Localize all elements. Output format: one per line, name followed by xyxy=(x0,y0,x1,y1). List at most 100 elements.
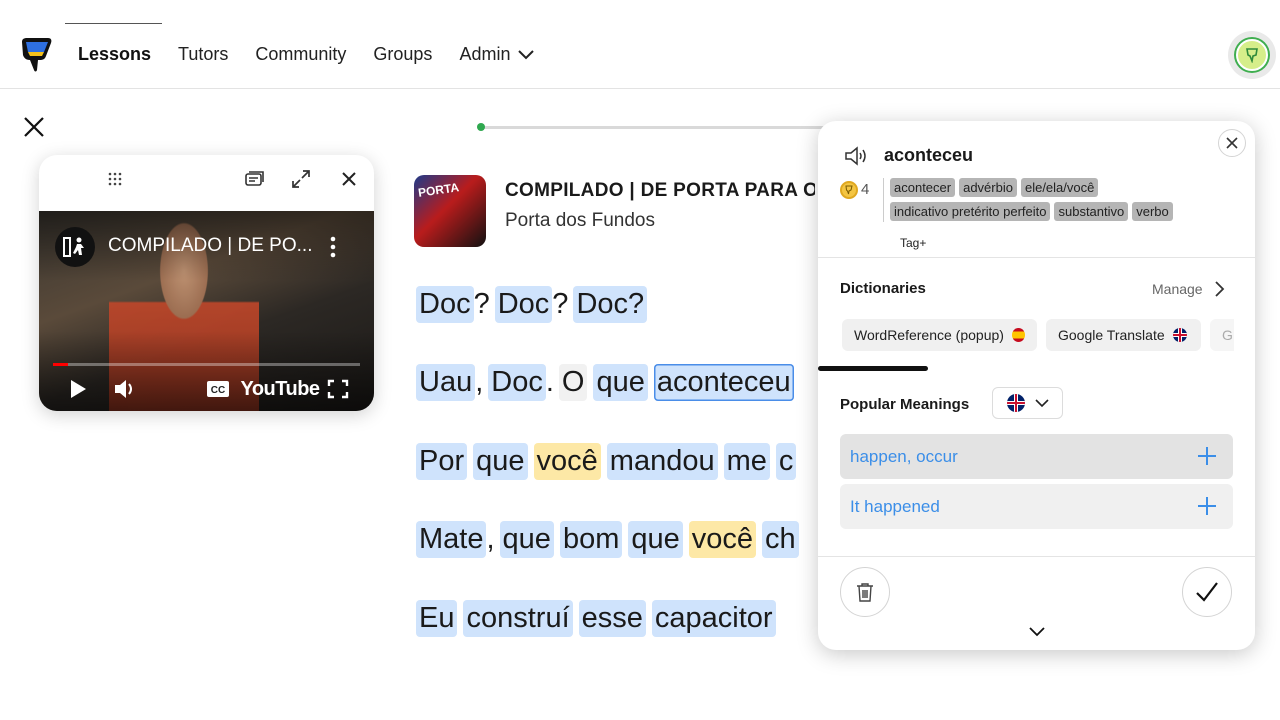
dictionary-wordreference[interactable]: WordReference (popup) xyxy=(842,319,1037,351)
transcript-line: Por que você mandou me c xyxy=(416,441,818,481)
dictionary-more[interactable]: G xyxy=(1210,319,1234,351)
close-lesson-icon[interactable] xyxy=(22,115,46,139)
confirm-button[interactable] xyxy=(1182,567,1232,617)
popular-meanings-heading: Popular Meanings xyxy=(840,396,970,413)
transcript-word[interactable]: Doc? xyxy=(573,285,648,323)
video-frame[interactable]: COMPILADO | DE PO... CC YouTube xyxy=(39,211,374,411)
transcript-word[interactable]: ch xyxy=(762,521,799,558)
chevron-right-icon[interactable] xyxy=(1212,280,1226,298)
tag-chip[interactable]: verbo xyxy=(1132,202,1173,221)
close-video-icon[interactable] xyxy=(337,167,361,191)
play-icon[interactable] xyxy=(67,375,89,403)
status-coin-icon[interactable] xyxy=(840,181,858,199)
lesson-channel: Porta dos Fundos xyxy=(505,210,655,231)
meaning-option[interactable]: It happened xyxy=(840,484,1233,529)
transcript-word[interactable]: Doc xyxy=(488,364,546,401)
word-status-level: 4 xyxy=(861,181,870,198)
dictionary-google-translate[interactable]: Google Translate xyxy=(1046,319,1201,351)
manage-dictionaries-link[interactable]: Manage xyxy=(1152,281,1203,297)
nav-community[interactable]: Community xyxy=(255,44,346,65)
punctuation: , xyxy=(486,523,495,555)
transcript-word[interactable]: Doc xyxy=(416,285,474,323)
nav-active-underline xyxy=(65,23,162,24)
lingq-logo-icon[interactable] xyxy=(20,36,54,72)
transcript-word[interactable]: construí xyxy=(463,599,573,637)
tag-chip[interactable]: ele/ela/você xyxy=(1020,178,1099,197)
lesson-title: COMPILADO | DE PORTA PARA O F xyxy=(505,180,815,201)
transcript-line: Doc? Doc? Doc? xyxy=(416,284,818,324)
delete-button[interactable] xyxy=(840,567,890,617)
transcript-word[interactable]: Doc xyxy=(494,285,553,323)
transcript-word[interactable]: esse xyxy=(578,599,646,637)
video-toolbar xyxy=(39,155,374,211)
expand-icon[interactable] xyxy=(289,167,313,191)
add-tag-button[interactable]: Tag+ xyxy=(900,236,926,250)
transcript-line: Mate, que bom que você ch xyxy=(416,520,818,560)
avatar-badge-icon xyxy=(1236,39,1268,71)
drag-handle-icon[interactable] xyxy=(103,167,127,191)
transcript-word[interactable]: bom xyxy=(559,521,623,558)
youtube-logo[interactable]: YouTube xyxy=(240,375,320,403)
selected-term: aconteceu xyxy=(884,145,974,165)
transcript-word[interactable]: Mate xyxy=(416,521,487,558)
volume-icon[interactable] xyxy=(112,375,138,403)
transcript-word[interactable]: que xyxy=(593,364,648,401)
meaning-text: happen, occur xyxy=(850,446,958,466)
transcript-word[interactable]: c xyxy=(775,442,797,480)
uk-flag-icon xyxy=(1006,394,1025,412)
fullscreen-icon[interactable] xyxy=(326,375,350,403)
svg-text:CC: CC xyxy=(211,385,225,396)
user-avatar[interactable] xyxy=(1228,31,1276,79)
punctuation: , xyxy=(475,366,484,398)
transcript-word[interactable]: que xyxy=(628,521,683,558)
channel-door-icon[interactable] xyxy=(55,227,95,267)
meaning-text: It happened xyxy=(850,496,940,516)
video-progress-fill xyxy=(53,363,69,366)
expand-panel-chevron-icon[interactable] xyxy=(1028,625,1046,639)
transcript-word[interactable]: Por xyxy=(416,442,468,480)
tag-chip[interactable]: acontecer xyxy=(890,178,956,197)
transcript-word[interactable]: me xyxy=(723,442,770,480)
more-options-icon[interactable] xyxy=(328,233,338,261)
lesson-thumbnail[interactable]: PORTA xyxy=(414,175,486,247)
speaker-icon[interactable] xyxy=(844,145,870,167)
transcript-word[interactable]: Uau xyxy=(416,364,476,401)
spain-flag-icon xyxy=(1011,328,1025,342)
transcript-word[interactable]: mandou xyxy=(606,442,718,480)
transcript-word[interactable]: que xyxy=(499,521,554,558)
trash-icon xyxy=(857,583,873,602)
nav-groups[interactable]: Groups xyxy=(373,44,432,65)
add-meaning-icon[interactable] xyxy=(1197,496,1217,516)
selected-word[interactable]: aconteceu xyxy=(653,364,794,401)
nav-tutors[interactable]: Tutors xyxy=(178,44,228,65)
transcript-word[interactable]: Eu xyxy=(416,599,458,637)
nav-lessons[interactable]: Lessons xyxy=(78,44,151,65)
transcript-word[interactable]: O xyxy=(558,364,588,401)
transcript-word[interactable]: você xyxy=(688,521,757,558)
captions-toggle-icon[interactable] xyxy=(242,167,266,191)
nav-admin-dropdown[interactable]: Admin xyxy=(459,44,535,65)
transcript-word[interactable]: capacitor xyxy=(651,599,776,637)
dictionary-list: WordReference (popup) Google Translate G xyxy=(842,319,1234,351)
dictionaries-heading: Dictionaries xyxy=(840,280,926,297)
top-navigation-bar: Lessons Tutors Community Groups Admin xyxy=(0,0,1280,89)
close-panel-button[interactable] xyxy=(1218,129,1246,157)
lesson-transcript: Doc? Doc? Doc? Uau, Doc. Oque aconteceu Por que v… xyxy=(416,284,818,677)
word-tags: acontecer advérbio ele/ela/você indicati… xyxy=(890,178,1220,221)
tag-chip[interactable]: advérbio xyxy=(959,178,1017,197)
checkmark-icon xyxy=(1196,582,1218,602)
close-icon xyxy=(1226,137,1238,149)
tag-chip[interactable]: indicativo pretérito perfeito xyxy=(890,202,1051,221)
transcript-line: Uau, Doc. Oque aconteceu xyxy=(416,363,818,403)
dictionary-scroll-indicator[interactable] xyxy=(818,366,928,371)
meaning-language-select[interactable] xyxy=(992,387,1063,419)
tag-chip[interactable]: substantivo xyxy=(1054,202,1129,221)
word-definition-panel: aconteceu 4 acontecer advérbio ele/ela/v… xyxy=(818,121,1255,650)
video-player-card: COMPILADO | DE PO... CC YouTube xyxy=(39,155,374,411)
transcript-word[interactable]: você xyxy=(533,442,601,480)
meaning-option[interactable]: happen, occur xyxy=(840,434,1233,479)
transcript-word[interactable]: que xyxy=(473,442,528,480)
add-meaning-icon[interactable] xyxy=(1197,446,1217,466)
cc-icon[interactable]: CC xyxy=(206,375,230,403)
video-progress-bar[interactable] xyxy=(53,363,360,366)
